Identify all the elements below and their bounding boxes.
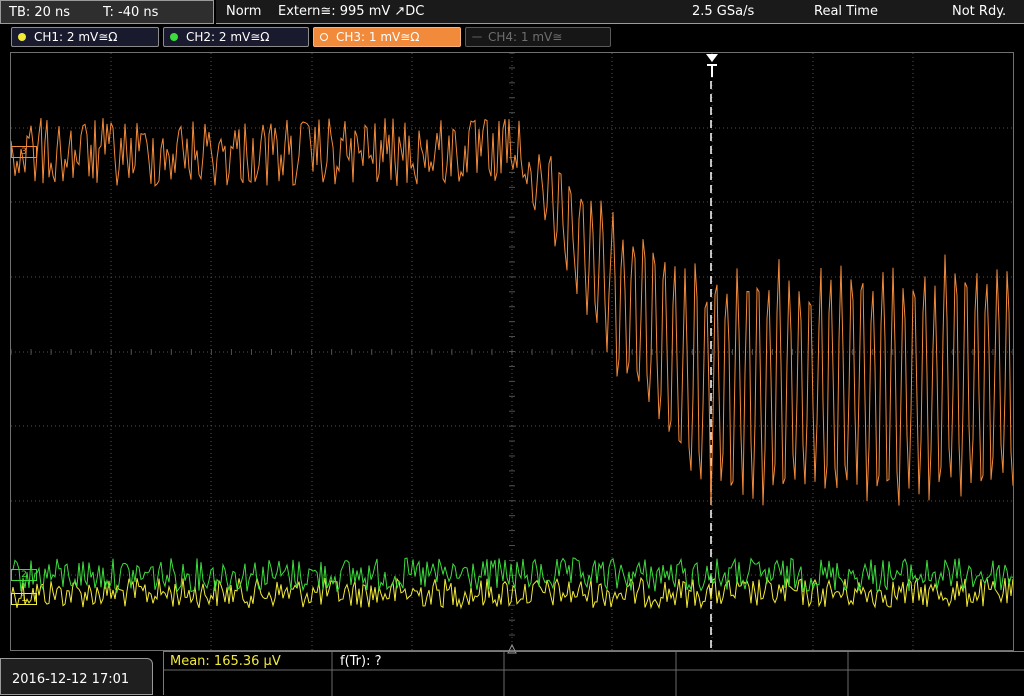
ch1-label: CH1: 2 mV≅Ω: [34, 30, 118, 44]
trigger-time-value[interactable]: T: -40 ns: [103, 5, 158, 20]
ch2-marker-label: 2: [21, 570, 27, 580]
tab-ch3[interactable]: CH3: 1 mV≅Ω: [313, 27, 461, 47]
ch2-label: CH2: 2 mV≅Ω: [186, 30, 270, 44]
ch1-indicator-icon: [18, 33, 26, 41]
ch3-marker-label: 3: [21, 147, 27, 157]
tab-ch1[interactable]: CH1: 2 mV≅Ω: [11, 27, 159, 47]
trigger-mode[interactable]: Norm: [226, 4, 261, 19]
datetime-panel: 2016-12-12 17:01: [0, 658, 153, 695]
acquisition-mode[interactable]: Real Time: [814, 4, 878, 19]
ch3-indicator-icon: [320, 33, 328, 41]
trigger-position-marker[interactable]: [704, 53, 720, 83]
ch1-marker-label: 1: [21, 594, 27, 604]
sample-rate: 2.5 GSa/s: [692, 4, 755, 19]
timebase-value[interactable]: TB: 20 ns: [9, 5, 70, 20]
measurement-panel[interactable]: Mean: 165.36 μV f(Tr): ?: [163, 651, 1024, 696]
ch1-trace: [11, 576, 1013, 610]
datetime-text: 2016-12-12 17:01: [12, 672, 130, 687]
waveform-display[interactable]: 3 2 1: [10, 52, 1014, 654]
trigger-source[interactable]: Extern≅: 995 mV ↗DC: [278, 4, 424, 19]
mean-measurement[interactable]: Mean: 165.36 μV: [170, 654, 281, 669]
tab-ch2[interactable]: CH2: 2 mV≅Ω: [163, 27, 309, 47]
acquisition-status-bar: Norm Extern≅: 995 mV ↗DC 2.5 GSa/s Real …: [216, 0, 1024, 24]
tab-ch4[interactable]: CH4: 1 mV≅: [465, 27, 611, 47]
status-text: Not Rdy.: [952, 4, 1007, 19]
ch1-offset-marker[interactable]: 1: [11, 593, 37, 605]
measurement-grid-lines: [164, 652, 1024, 696]
rise-frequency-measurement[interactable]: f(Tr): ?: [340, 654, 382, 669]
ch3-offset-marker[interactable]: 3: [11, 146, 37, 158]
ch2-offset-marker[interactable]: 2: [11, 569, 37, 581]
timebase-panel[interactable]: TB: 20 ns T: -40 ns: [0, 0, 214, 24]
ch4-label: CH4: 1 mV≅: [488, 30, 563, 44]
horizontal-position-marker[interactable]: [507, 639, 517, 654]
ch2-indicator-icon: [170, 33, 178, 41]
ch3-label: CH3: 1 mV≅Ω: [336, 30, 420, 44]
ch3-trace: [11, 118, 1013, 506]
ch4-indicator-icon: [472, 36, 482, 38]
